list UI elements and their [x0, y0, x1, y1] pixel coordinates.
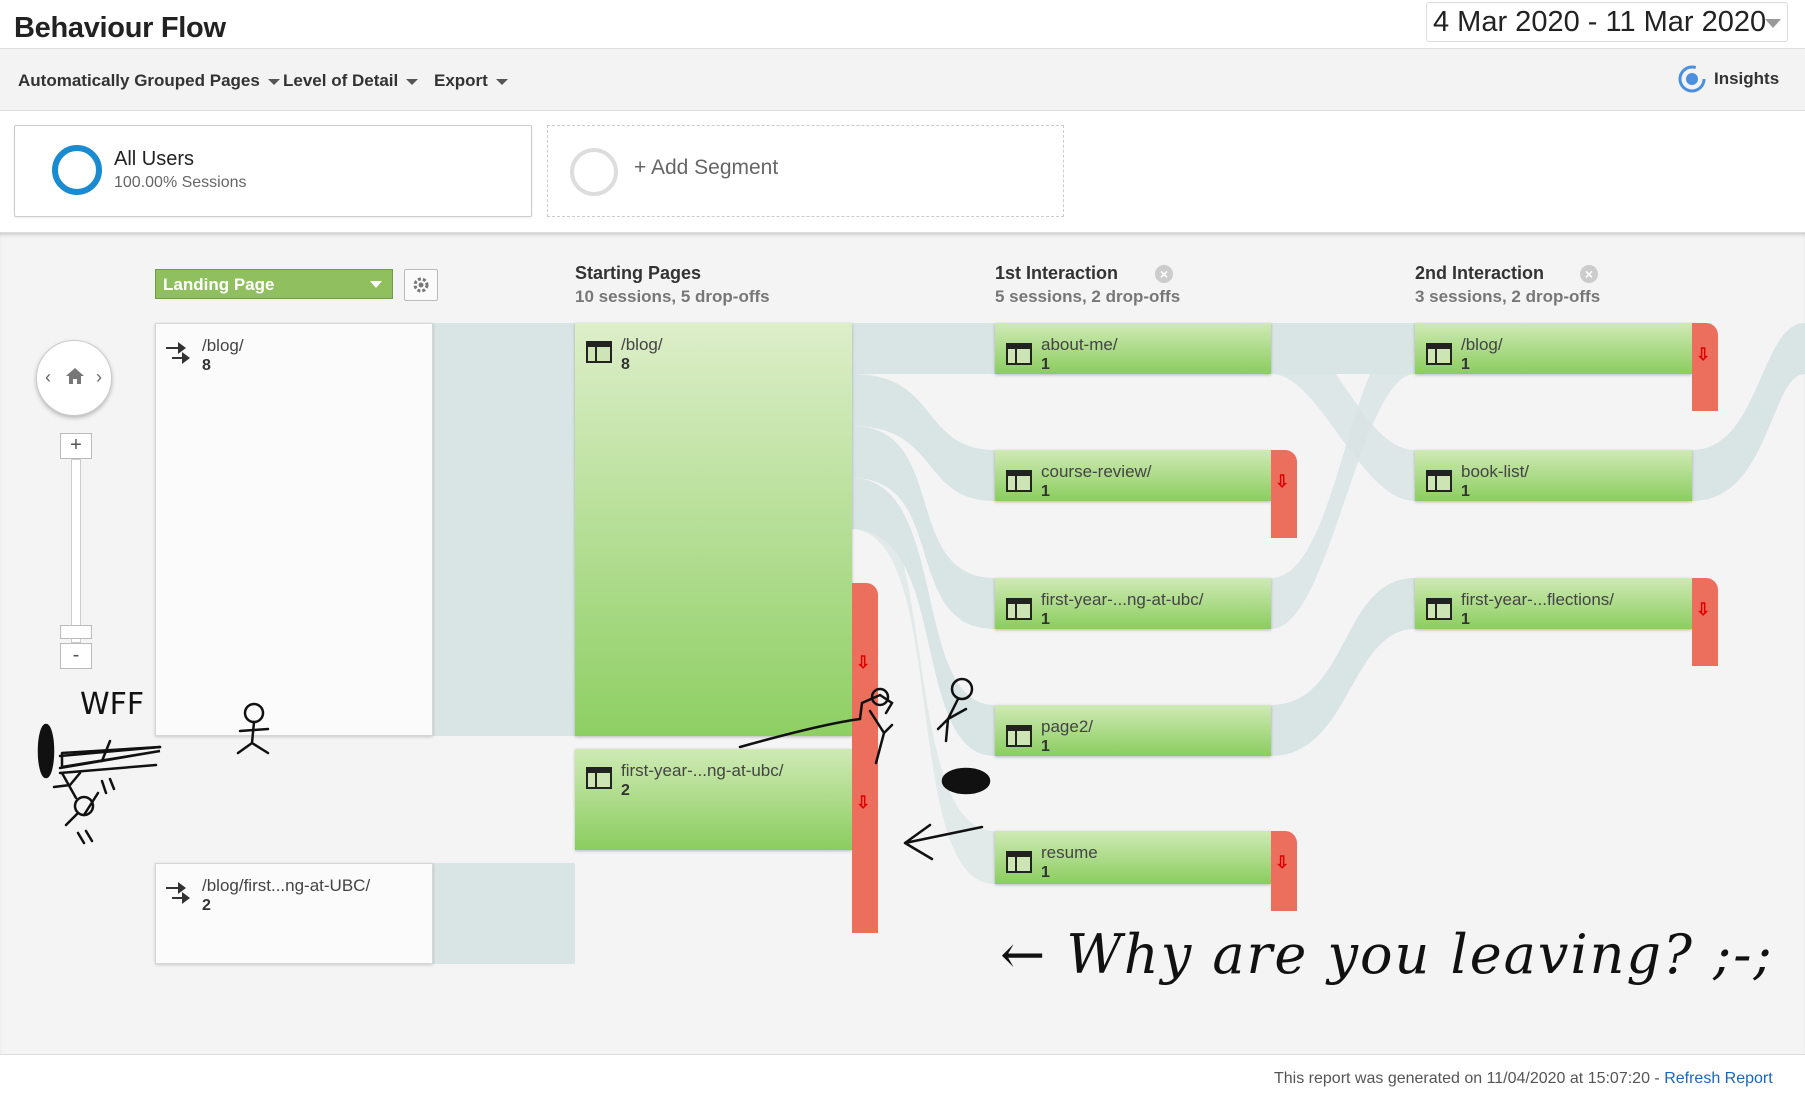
grouping-label: Automatically Grouped Pages — [18, 71, 260, 90]
segment-sessions: 100.00% Sessions — [114, 174, 247, 191]
insights-label: Insights — [1714, 69, 1780, 88]
date-range-picker[interactable]: 4 Mar 2020 - 11 Mar 2020 — [1426, 2, 1788, 42]
insights-icon — [1678, 65, 1706, 93]
segment-placeholder-icon — [570, 148, 618, 196]
segment-all-users[interactable]: All Users 100.00% Sessions — [14, 125, 532, 217]
refresh-report-link[interactable]: Refresh Report — [1664, 1070, 1773, 1087]
handwritten-note: ← Why are you leaving? ;-; — [1000, 923, 1774, 986]
chevron-down-icon — [406, 78, 419, 85]
level-of-detail-dropdown[interactable]: Level of Detail — [283, 71, 419, 91]
segment-ring-icon — [52, 145, 102, 195]
export-dropdown[interactable]: Export — [434, 71, 508, 91]
export-label: Export — [434, 71, 488, 90]
generated-text: This report was generated on 11/04/2020 … — [1274, 1070, 1665, 1087]
chevron-down-icon — [267, 78, 280, 85]
report-footer: This report was generated on 11/04/2020 … — [1274, 1070, 1773, 1088]
add-segment-button[interactable]: + Add Segment — [547, 125, 1064, 217]
level-label: Level of Detail — [283, 71, 399, 90]
grouping-dropdown[interactable]: Automatically Grouped Pages — [18, 71, 280, 91]
segment-name: All Users — [114, 148, 195, 170]
page-title: Behaviour Flow — [14, 12, 226, 44]
handwritten-wtf: WFF — [80, 687, 145, 722]
flow-canvas[interactable]: Landing Page Starting Pages 10 sessions,… — [0, 232, 1805, 1055]
add-segment-label: + Add Segment — [634, 156, 779, 179]
chevron-down-icon — [495, 78, 508, 85]
toolbar: Automatically Grouped Pages Level of Det… — [0, 49, 1805, 111]
chevron-down-icon — [1765, 19, 1781, 28]
date-range-text: 4 Mar 2020 - 11 Mar 2020 — [1433, 6, 1767, 38]
